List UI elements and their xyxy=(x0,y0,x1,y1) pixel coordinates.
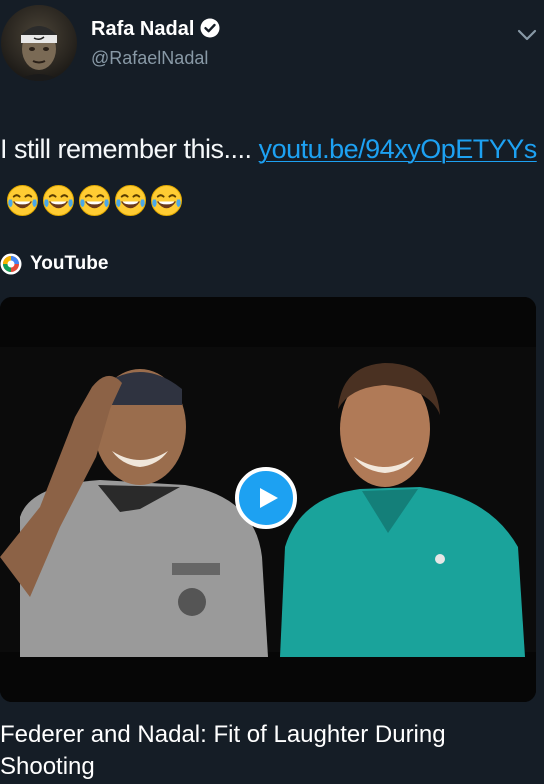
display-name-text[interactable]: Rafa Nadal xyxy=(91,18,194,40)
card-title[interactable]: Federer and Nadal: Fit of Laughter Durin… xyxy=(0,719,540,783)
user-handle[interactable]: @RafaelNadal xyxy=(91,48,208,69)
avatar[interactable] xyxy=(1,5,77,81)
face-with-tears-of-joy-icon xyxy=(6,185,39,217)
card-source[interactable]: YouTube xyxy=(0,252,108,276)
tweet-link[interactable]: youtu.be/94xyOpETYYs xyxy=(259,134,538,164)
youtube-icon xyxy=(0,253,22,275)
face-with-tears-of-joy-icon xyxy=(114,185,147,217)
tweet-text-prefix: I still remember this.... xyxy=(0,134,252,164)
verified-icon xyxy=(200,18,220,38)
play-button[interactable] xyxy=(235,467,297,529)
video-card[interactable] xyxy=(0,297,536,702)
face-with-tears-of-joy-icon xyxy=(150,185,183,217)
display-name[interactable]: Rafa Nadal xyxy=(91,18,220,41)
emoji-row xyxy=(6,177,186,221)
profile-photo xyxy=(17,26,61,81)
tweet-text: I still remember this.... youtu.be/94xyO… xyxy=(0,127,540,221)
card-source-label: YouTube xyxy=(30,253,109,274)
face-with-tears-of-joy-icon xyxy=(42,185,75,217)
tweet-view: Rafa Nadal @RafaelNadal I still remember… xyxy=(0,0,544,784)
face-with-tears-of-joy-icon xyxy=(78,185,111,217)
play-icon xyxy=(260,488,278,508)
chevron-down-icon[interactable] xyxy=(514,24,540,46)
